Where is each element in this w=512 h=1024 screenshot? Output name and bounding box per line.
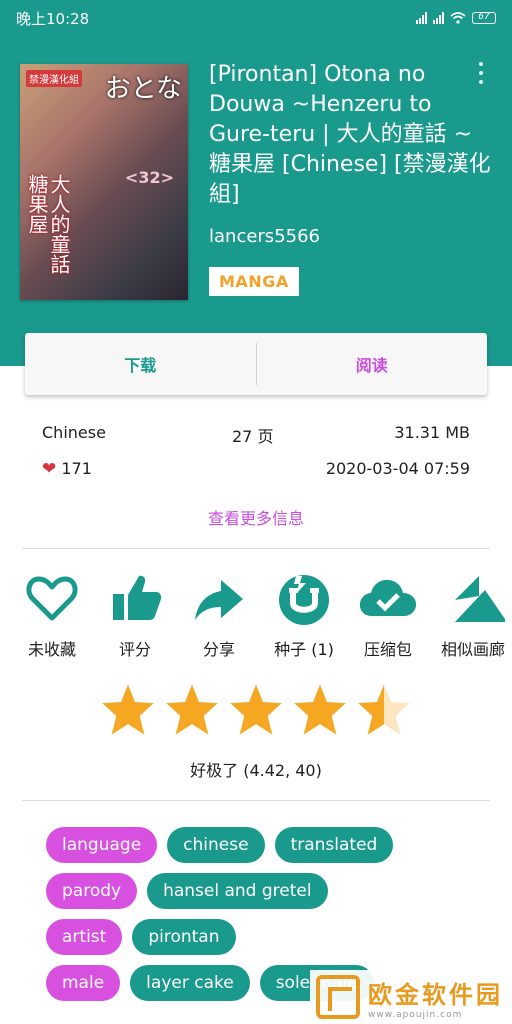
- star-icon-3: [230, 684, 282, 735]
- rating-text: 好极了 (4.42, 40): [190, 761, 322, 780]
- action-card: 下载 阅读: [25, 333, 487, 395]
- similar-action[interactable]: 相似画廊: [437, 570, 512, 660]
- tag-value[interactable]: translated: [274, 827, 394, 863]
- battery-icon: 67: [472, 12, 496, 24]
- tag-namespace[interactable]: artist: [46, 919, 123, 955]
- share-label: 分享: [202, 640, 235, 659]
- watermark-en: www.apoujin.com: [368, 1009, 463, 1020]
- torrent-action[interactable]: 种子 (1): [268, 570, 340, 660]
- read-button[interactable]: 阅读: [257, 352, 488, 376]
- star-half-icon: [358, 684, 410, 735]
- site-watermark: 欧金软件园 www.apoujin.com: [310, 970, 512, 1024]
- favorites-count: 171: [61, 459, 92, 478]
- overflow-menu-icon[interactable]: [476, 62, 486, 84]
- category-badge[interactable]: MANGA: [209, 267, 299, 296]
- heart-outline-icon: [26, 576, 78, 621]
- favorite-heart-icon: ❤: [42, 459, 57, 479]
- similar-triangles-icon: [455, 576, 505, 622]
- rate-action[interactable]: 评分: [99, 570, 171, 660]
- archive-action[interactable]: 压缩包: [352, 570, 424, 660]
- star-icon-4: [294, 684, 346, 735]
- tag-value[interactable]: chinese: [167, 827, 265, 863]
- signal-icon: [416, 12, 427, 24]
- language-value: Chinese: [42, 423, 106, 442]
- pages-value: 27 页: [232, 427, 274, 446]
- info-row-2: ❤ 171 2020-03-04 07:59: [42, 459, 470, 479]
- tag-value[interactable]: hansel and gretel: [147, 873, 328, 909]
- more-info-link[interactable]: 查看更多信息: [0, 505, 512, 529]
- status-bar: 晚上10:28 67: [0, 0, 512, 36]
- archive-label: 压缩包: [363, 640, 412, 659]
- tag-namespace[interactable]: language: [46, 827, 158, 863]
- favorite-label: 未收藏: [27, 640, 76, 659]
- size-value: 31.31 MB: [394, 423, 470, 442]
- cover-stamp: 禁漫漢化組: [26, 70, 82, 87]
- tag-value[interactable]: pirontan: [132, 919, 236, 955]
- share-arrow-icon: [195, 580, 243, 620]
- info-row-1: Chinese 27 页 31.31 MB: [42, 423, 470, 446]
- tag-row-artist: artist pirontan: [46, 919, 506, 955]
- status-icons: 67: [416, 12, 496, 24]
- favorite-action[interactable]: 未收藏: [16, 570, 88, 660]
- torrent-label: 种子 (1): [274, 640, 334, 659]
- signal-icon-2: [433, 12, 444, 24]
- cloud-check-icon: [359, 579, 417, 616]
- tag-row-parody: parody hansel and gretel: [46, 873, 506, 909]
- rate-label: 评分: [118, 640, 151, 659]
- icon-actions: 未收藏 评分 分享 种子 (1) 压缩包 相似画廊: [0, 570, 512, 670]
- rating-stars[interactable]: [0, 682, 512, 736]
- tag-namespace[interactable]: male: [46, 965, 121, 1001]
- watermark-text: 欧金软件园 www.apoujin.com: [368, 975, 503, 1020]
- watermark-cn: 欧金软件园: [368, 980, 503, 1009]
- star-icon-1: [102, 684, 154, 735]
- cover-big-text: おとな: [104, 74, 182, 104]
- torrent-icon: [279, 575, 329, 625]
- thumbs-up-icon: [113, 575, 162, 620]
- share-action[interactable]: 分享: [183, 570, 255, 660]
- gallery-title: [Pirontan] Otona no Douwa ~Henzeru to Gu…: [209, 62, 491, 207]
- divider-2: [22, 800, 490, 801]
- watermark-logo-icon: [316, 975, 360, 1019]
- similar-label: 相似画廊: [441, 640, 506, 659]
- divider-1: [22, 548, 490, 549]
- tag-row-language: language chinese translated: [46, 827, 506, 863]
- star-icon-2: [166, 684, 218, 735]
- tag-namespace[interactable]: parody: [46, 873, 138, 909]
- posted-date: 2020-03-04 07:59: [325, 459, 470, 478]
- cover-number: <32>: [124, 168, 174, 187]
- wifi-icon: [450, 12, 466, 24]
- download-button[interactable]: 下载: [25, 352, 256, 376]
- status-time: 晚上10:28: [16, 9, 90, 28]
- uploader-link[interactable]: lancers5566: [209, 226, 320, 247]
- cover-image[interactable]: 禁漫漢化組 おとな <32> 大人的童話 糖果屋: [20, 64, 188, 300]
- tag-value[interactable]: layer cake: [130, 965, 250, 1001]
- cover-vertical-title: 大人的童話 糖果屋: [25, 174, 71, 274]
